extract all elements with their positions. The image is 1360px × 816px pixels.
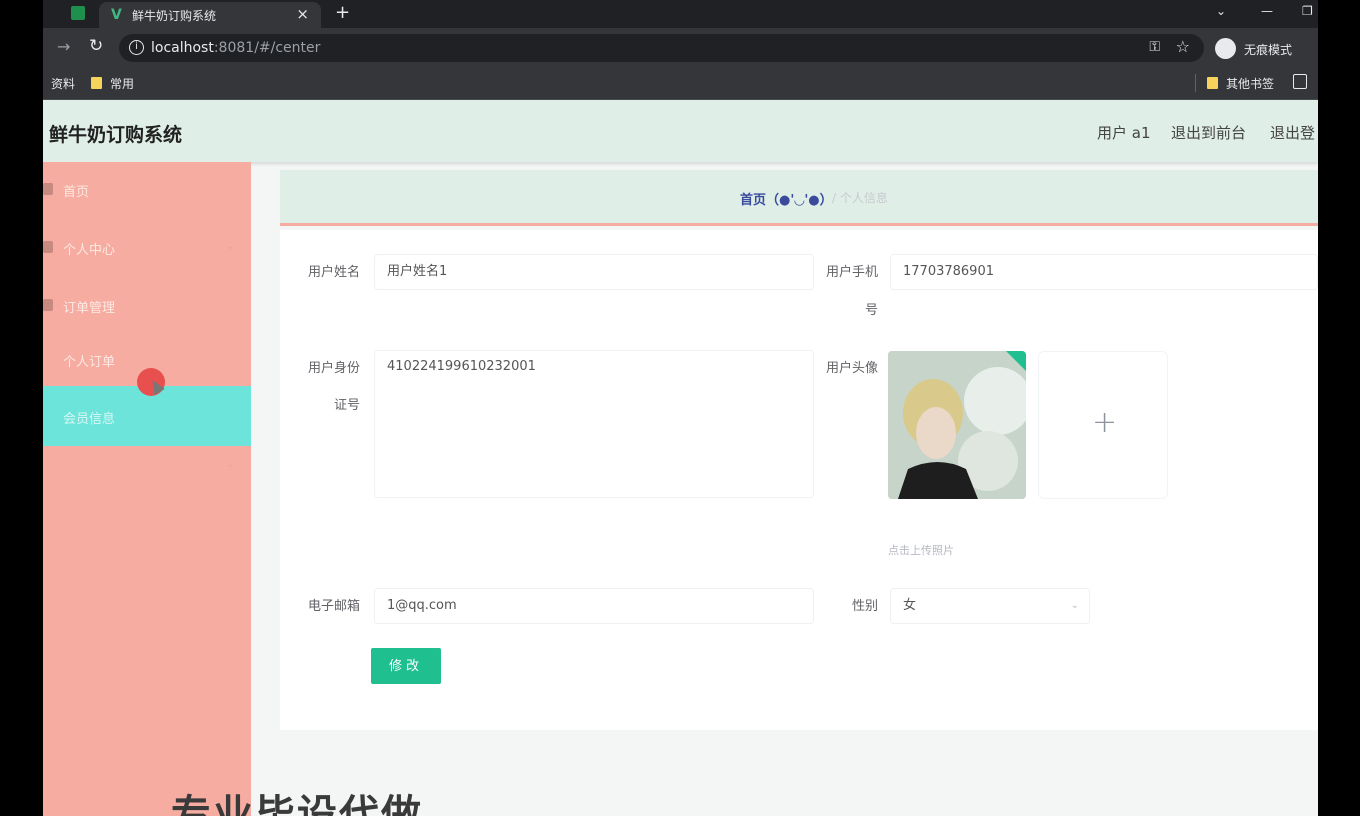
sidebar-item-personal-center[interactable]: 个人中心 ⌄	[43, 228, 251, 268]
sidebar-item-more[interactable]: ⌄	[43, 446, 251, 486]
new-tab-icon[interactable]: +	[335, 2, 350, 23]
bookmarks-bar: 资料 常用 其他书签	[43, 68, 1318, 100]
profile-form: 用户姓名 用户姓名1 用户手机 号 17703786901 用户身份 证号 41…	[280, 230, 1318, 730]
bookmark-folder[interactable]: 常用	[91, 75, 134, 92]
reading-list-icon[interactable]	[1293, 74, 1307, 89]
tab-favicon-icon[interactable]	[71, 6, 85, 20]
vue-logo-icon: V	[111, 7, 122, 23]
minimize-icon[interactable]: —	[1261, 4, 1273, 18]
folder-icon	[91, 77, 102, 89]
sidebar-item-label: 会员信息	[63, 412, 116, 427]
email-label: 电子邮箱	[307, 599, 360, 614]
tab-close-icon[interactable]: ×	[296, 5, 309, 23]
forward-icon[interactable]: →	[57, 37, 70, 56]
bookmark-item[interactable]: 资料	[51, 75, 75, 92]
logout-link[interactable]: 退出登	[1270, 122, 1315, 143]
sidebar: 首页 个人中心 ⌄ 订单管理 个人订单 会员信息 ⌄	[43, 162, 251, 816]
user-icon	[43, 241, 53, 253]
order-icon	[43, 299, 53, 311]
idcard-label: 用户身份	[307, 361, 360, 376]
restore-icon[interactable]: ❐	[1302, 4, 1313, 18]
key-icon[interactable]: ⚿	[1149, 39, 1160, 55]
address-bar[interactable]: i localhost:8081/#/center ⚿ ☆	[119, 34, 1204, 62]
chevron-down-icon: ⌄	[1070, 600, 1079, 611]
chevron-down-icon: ⌄	[225, 457, 235, 470]
tab-title: 鲜牛奶订购系统	[132, 9, 217, 23]
url-text[interactable]: localhost:8081/#/center	[151, 40, 320, 56]
breadcrumb-home-link[interactable]: 首页（●'◡'●）	[740, 189, 833, 208]
idcard-input[interactable]: 410224199610232001	[374, 350, 814, 498]
screen: V 鲜牛奶订购系统 × + ⌄ — ❐ → ↻ i localhost:8081…	[43, 0, 1318, 816]
sidebar-item-home[interactable]: 首页	[43, 170, 251, 210]
current-user-label: 用户 a1	[1097, 124, 1151, 142]
upload-tip: 点击上传照片	[888, 544, 954, 557]
screen-left-border	[0, 0, 43, 816]
plus-icon: +	[1092, 405, 1118, 440]
avatar[interactable]	[888, 351, 1026, 499]
sidebar-item-label: 首页	[63, 185, 90, 200]
email-input[interactable]: 1@qq.com	[374, 588, 814, 624]
username-label: 用户姓名	[307, 265, 360, 280]
sidebar-item-order-management[interactable]: 订单管理	[43, 286, 251, 326]
tab-search-chevron-icon[interactable]: ⌄	[1216, 4, 1226, 18]
chevron-down-icon: ⌄	[225, 239, 235, 252]
sidebar-item-label: 订单管理	[63, 301, 116, 316]
avatar-label: 用户头像	[825, 361, 878, 376]
incognito-icon[interactable]	[1215, 38, 1236, 59]
info-icon[interactable]: i	[129, 40, 144, 55]
exit-to-frontend-link[interactable]: 退出到前台	[1171, 122, 1246, 143]
phone-label: 用户手机	[825, 265, 878, 280]
idcard-label-cont: 证号	[333, 398, 360, 413]
phone-input[interactable]: 17703786901	[890, 254, 1318, 290]
screen-right-border	[1318, 0, 1360, 816]
overlay-watermark-text: 专业毕设代做	[171, 792, 423, 816]
browser-tabstrip: V 鲜牛奶订购系统 × + ⌄ — ❐	[43, 0, 1318, 28]
browser-tab-active[interactable]: V 鲜牛奶订购系统 ×	[99, 2, 321, 28]
folder-icon	[1207, 77, 1218, 89]
sidebar-item-label: 个人订单	[63, 355, 116, 370]
browser-toolbar: → ↻ i localhost:8081/#/center ⚿ ☆ 无痕模式	[43, 28, 1318, 68]
upload-box[interactable]: +	[1038, 351, 1168, 499]
app-title: 鲜牛奶订购系统	[49, 124, 183, 146]
phone-label-cont: 号	[864, 303, 878, 318]
submit-button[interactable]: 修改	[371, 648, 441, 684]
gender-value: 女	[903, 598, 917, 613]
bookmark-separator	[1195, 74, 1196, 92]
gender-select[interactable]: 女 ⌄	[890, 588, 1090, 624]
app-header: 鲜牛奶订购系统 用户 a1 退出到前台 退出登	[43, 100, 1318, 162]
breadcrumb: 首页（●'◡'●） / 个人信息	[280, 170, 1318, 226]
breadcrumb-current: / 个人信息	[832, 191, 888, 205]
sidebar-item-label: 个人中心	[63, 243, 116, 258]
username-input[interactable]: 用户姓名1	[374, 254, 814, 290]
gender-label: 性别	[851, 599, 878, 614]
bookmark-star-icon[interactable]: ☆	[1176, 37, 1190, 56]
other-bookmarks-folder[interactable]: 其他书签	[1207, 75, 1274, 92]
incognito-label[interactable]: 无痕模式	[1244, 41, 1292, 58]
home-icon	[43, 183, 53, 195]
reload-icon[interactable]: ↻	[89, 36, 103, 56]
avatar-photo	[888, 351, 1026, 499]
